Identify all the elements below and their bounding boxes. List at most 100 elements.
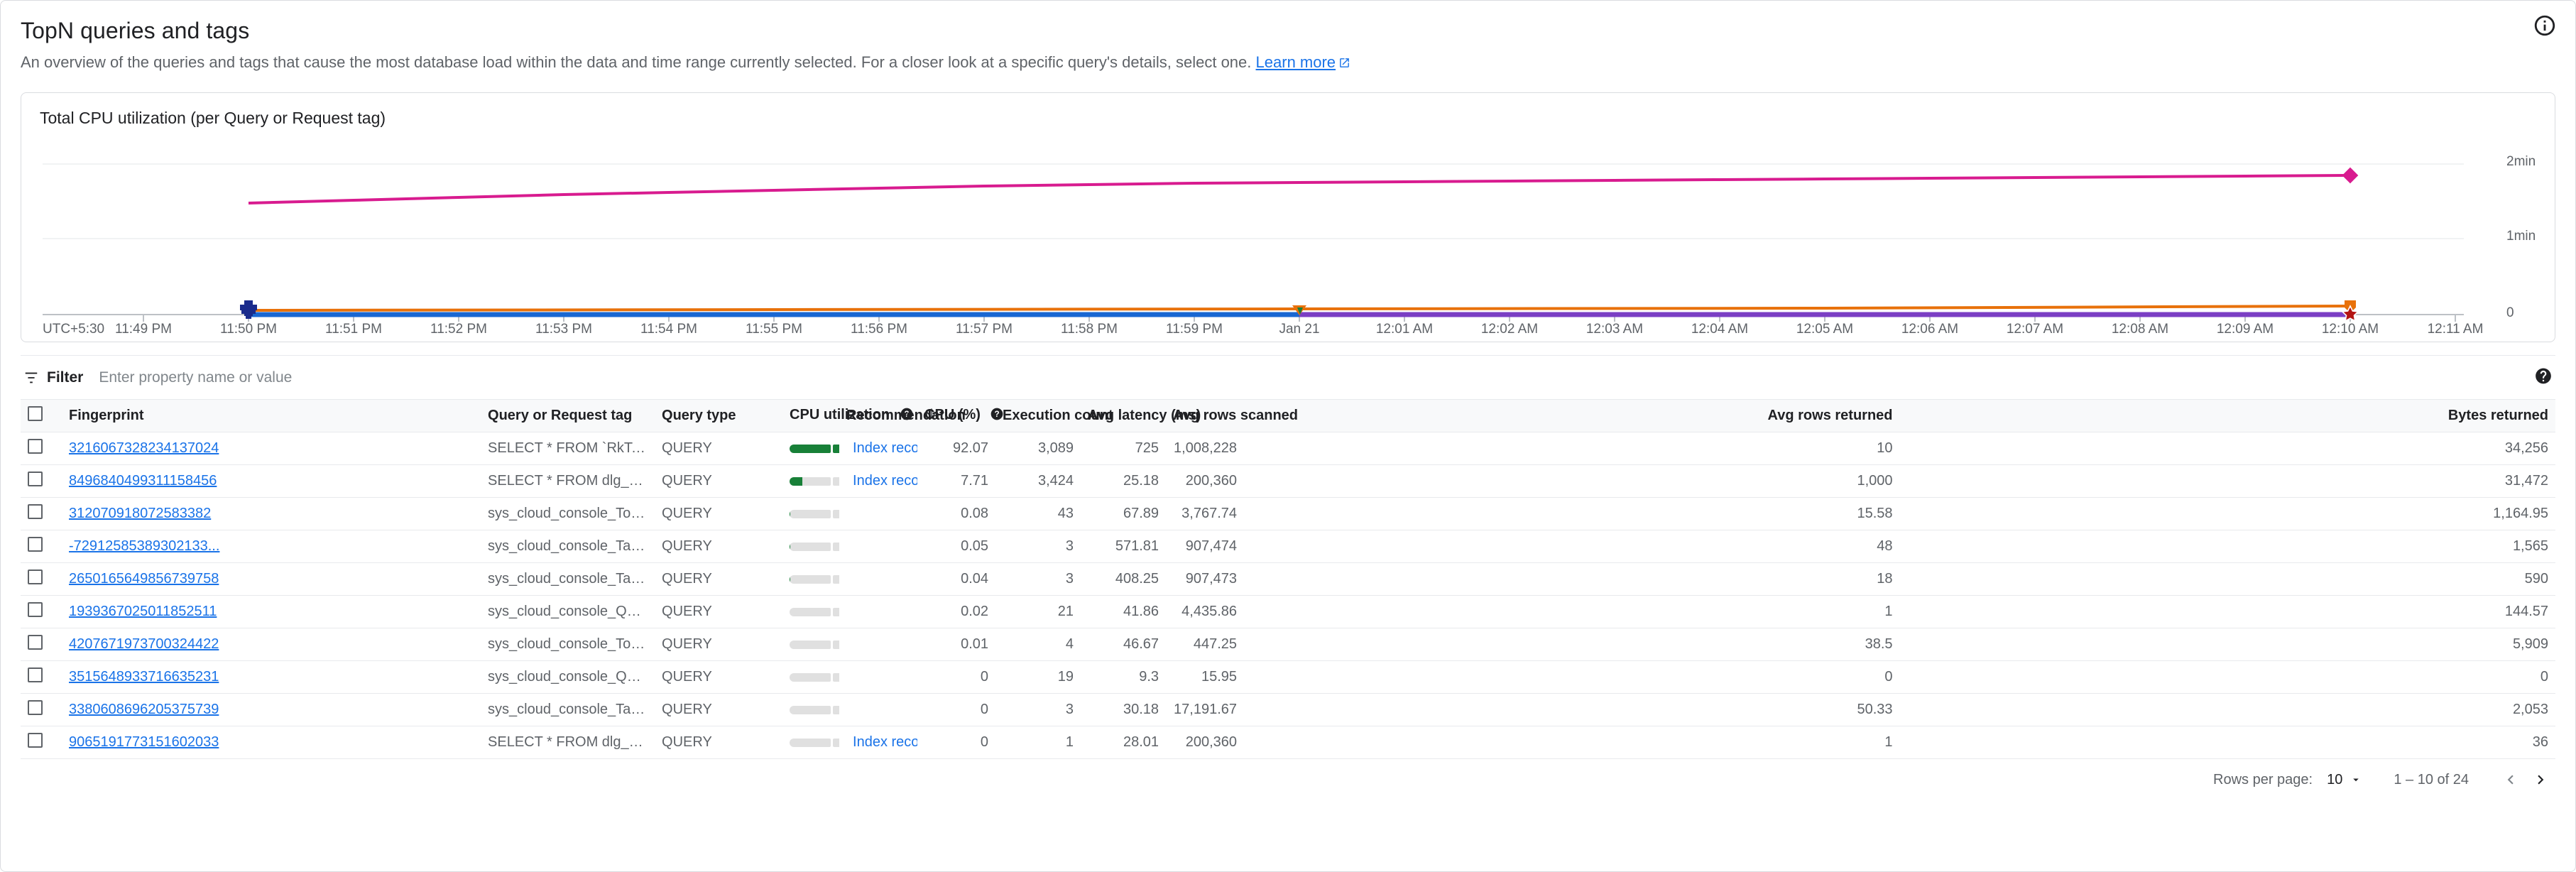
- index-recommendation-label: Index recommendation: [853, 734, 917, 750]
- fingerprint-link[interactable]: 4207671973700324422: [69, 636, 219, 652]
- fingerprint-link[interactable]: -72912585389302133...: [69, 538, 219, 554]
- table-row[interactable]: 312070918072583382 sys_cloud_console_TopQ…: [21, 497, 2555, 530]
- cell-query: sys_cloud_console_TableOperationStatsTim…: [481, 693, 655, 726]
- cpu-utilization-bar: [790, 444, 840, 453]
- cpu-bar-segment: [832, 476, 840, 486]
- col-header-avg-returned[interactable]: Avg rows returned: [1244, 399, 1900, 432]
- previous-page-button[interactable]: [2496, 765, 2526, 795]
- row-checkbox[interactable]: [28, 472, 43, 486]
- col-header-exec-count[interactable]: Execution count: [995, 399, 1113, 432]
- fingerprint-link[interactable]: 3216067328234137024: [69, 440, 219, 456]
- cell-cpu-utilization: [782, 497, 840, 530]
- index-recommendation-link[interactable]: Index recommendation: [846, 734, 917, 751]
- fingerprint-link[interactable]: 8496840499311158456: [69, 473, 217, 489]
- row-checkbox[interactable]: [28, 733, 43, 748]
- row-checkbox[interactable]: [28, 635, 43, 650]
- cell-cpu-pct: 0: [917, 693, 996, 726]
- cell-fingerprint: 312070918072583382: [62, 497, 481, 530]
- col-label-cpu-pct: CPU (%): [924, 406, 981, 423]
- row-checkbox[interactable]: [28, 504, 43, 519]
- cell-cpu-utilization: [782, 628, 840, 661]
- cpu-bar-fill: [832, 444, 840, 453]
- row-select-cell: [21, 432, 62, 465]
- x-tick-20: 12:09 AM: [2216, 322, 2274, 337]
- cpu-utilization-bar: [790, 542, 840, 551]
- row-select-cell: [21, 497, 62, 530]
- cell-fingerprint: -72912585389302133...: [62, 530, 481, 563]
- cell-avg-returned: 15.58: [1244, 497, 1900, 530]
- cell-avg-scanned: 447.25: [1166, 628, 1245, 661]
- chevron-left-icon: [2507, 775, 2514, 785]
- cell-bytes-returned: 36: [1899, 726, 2555, 759]
- row-checkbox[interactable]: [28, 602, 43, 617]
- row-checkbox[interactable]: [28, 569, 43, 584]
- table-row[interactable]: 3216067328234137024 SELECT * FROM `RkTopN…: [21, 432, 2555, 465]
- cell-avg-scanned: 15.95: [1166, 660, 1245, 694]
- cpu-bar-segment: [832, 509, 840, 518]
- filter-input[interactable]: [99, 369, 2555, 386]
- cell-bytes-returned: 1,565: [1899, 530, 2555, 563]
- col-header-avg-latency[interactable]: Avg latency (ms): [1081, 399, 1201, 432]
- next-page-button[interactable]: [2526, 765, 2555, 795]
- table-row[interactable]: 4207671973700324422 sys_cloud_console_Top…: [21, 628, 2555, 661]
- table-row[interactable]: 9065191773151602033 SELECT * FROM dlg_ord…: [21, 726, 2555, 759]
- x-tick-21: 12:10 AM: [2321, 322, 2379, 337]
- chart-plot-area[interactable]: 2min 1min 0 UTC+5:30 11:49 PM 11:50 PM 1…: [21, 129, 2555, 337]
- cell-avg-latency: 408.25: [1081, 562, 1167, 596]
- col-header-bytes-returned[interactable]: Bytes returned: [1899, 399, 2555, 432]
- x-tick-10: 11:59 PM: [1166, 322, 1223, 337]
- info-icon[interactable]: [2533, 13, 2557, 38]
- col-header-query[interactable]: Query or Request tag: [481, 399, 655, 432]
- fingerprint-link[interactable]: 3515648933716635231: [69, 669, 219, 685]
- cell-exec-count: 19: [995, 660, 1081, 694]
- col-header-fingerprint[interactable]: Fingerprint: [62, 399, 481, 432]
- table-row[interactable]: 2650165649856739758 sys_cloud_console_Tab…: [21, 562, 2555, 596]
- table-row[interactable]: 1939367025011852511 sys_cloud_console_Que…: [21, 595, 2555, 628]
- help-icon[interactable]: [2534, 366, 2553, 388]
- cell-recommendation: Index recommendation: [839, 726, 918, 759]
- table-row[interactable]: 3515648933716635231 sys_cloud_console_Que…: [21, 660, 2555, 694]
- index-recommendation-link[interactable]: Index recommendation: [846, 473, 917, 489]
- cell-avg-latency: 28.01: [1081, 726, 1167, 759]
- filter-icon[interactable]: [23, 370, 39, 386]
- fingerprint-link[interactable]: 312070918072583382: [69, 506, 211, 521]
- cell-cpu-pct: 0.01: [917, 628, 996, 661]
- cpu-bar-segment: [790, 476, 831, 486]
- cell-query-type: QUERY: [655, 595, 783, 628]
- cpu-utilization-bar: [790, 640, 840, 649]
- fingerprint-link[interactable]: 2650165649856739758: [69, 571, 219, 587]
- table-row[interactable]: 3380608696205375739 sys_cloud_console_Tab…: [21, 693, 2555, 726]
- cell-avg-returned: 18: [1244, 562, 1900, 596]
- rows-per-page-select[interactable]: 10: [2327, 772, 2362, 788]
- select-all-checkbox[interactable]: [28, 406, 43, 421]
- cell-bytes-returned: 1,164.95: [1899, 497, 2555, 530]
- row-checkbox[interactable]: [28, 439, 43, 454]
- rows-per-page-value: 10: [2327, 771, 2343, 787]
- cell-exec-count: 3: [995, 530, 1081, 563]
- col-header-avg-scanned[interactable]: Avg rows scanned: [1166, 399, 1298, 432]
- x-tick-14: 12:03 AM: [1586, 322, 1644, 337]
- table-row[interactable]: 8496840499311158456 SELECT * FROM dlg_ord…: [21, 464, 2555, 498]
- table-row[interactable]: -72912585389302133... sys_cloud_console_T…: [21, 530, 2555, 563]
- fingerprint-link[interactable]: 3380608696205375739: [69, 702, 219, 717]
- learn-more-link[interactable]: Learn more: [1256, 53, 1351, 71]
- row-select-cell: [21, 693, 62, 726]
- index-recommendation-link[interactable]: Index recommendation: [846, 440, 917, 457]
- cell-avg-latency: 9.3: [1081, 660, 1167, 694]
- col-header-recommendation[interactable]: Recommendation: [839, 399, 966, 432]
- cell-cpu-utilization: [782, 595, 840, 628]
- cpu-bar-segment: [790, 705, 831, 714]
- cell-avg-returned: 38.5: [1244, 628, 1900, 661]
- cpu-bar-segment: [790, 738, 831, 747]
- col-header-cpu-pct[interactable]: CPU (%) ?: [917, 399, 1003, 432]
- index-recommendation-label: Index recommendation: [853, 473, 917, 489]
- row-checkbox[interactable]: [28, 700, 43, 715]
- row-checkbox[interactable]: [28, 537, 43, 552]
- col-header-cpu-utilization[interactable]: CPU utilization ?: [782, 399, 937, 432]
- col-header-query-type[interactable]: Query type: [655, 399, 783, 432]
- row-checkbox[interactable]: [28, 667, 43, 682]
- x-tick-15: 12:04 AM: [1691, 322, 1749, 337]
- filter-bar: Filter: [21, 355, 2555, 399]
- fingerprint-link[interactable]: 9065191773151602033: [69, 734, 219, 750]
- fingerprint-link[interactable]: 1939367025011852511: [69, 604, 217, 619]
